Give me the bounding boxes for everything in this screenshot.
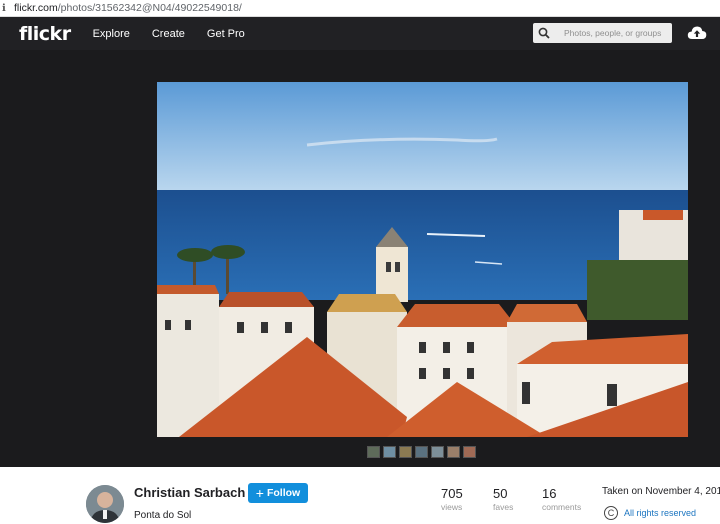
top-navigation: flickr Explore Create Get Pro Photos, pe…	[0, 17, 720, 50]
faves-label: faves	[493, 502, 514, 512]
search-icon[interactable]	[533, 23, 555, 43]
main-photo[interactable]	[157, 82, 688, 437]
filmstrip-thumb[interactable]	[447, 446, 460, 458]
faves-stat: 50 faves	[493, 486, 513, 512]
follow-label: Follow	[266, 487, 301, 499]
flickr-logo[interactable]: flickr	[19, 23, 71, 45]
rights-link[interactable]: All rights reserved	[624, 508, 696, 518]
faves-count: 50	[493, 486, 508, 501]
comments-count: 16	[542, 486, 557, 501]
views-label: views	[441, 502, 463, 512]
follow-button[interactable]: + Follow	[248, 483, 308, 503]
photo-filmstrip	[367, 446, 476, 458]
filmstrip-thumb[interactable]	[383, 446, 396, 458]
site-info-icon[interactable]: ℹ	[2, 3, 8, 14]
search-box[interactable]: Photos, people, or groups	[533, 23, 672, 43]
nav-get-pro[interactable]: Get Pro	[207, 28, 245, 40]
photo-title: Ponta do Sol	[134, 510, 192, 521]
nav-create[interactable]: Create	[152, 28, 185, 40]
filmstrip-thumb[interactable]	[431, 446, 444, 458]
address-url[interactable]: flickr.com/photos/31562342@N04/490225490…	[14, 2, 242, 14]
filmstrip-thumb[interactable]	[415, 446, 428, 458]
browser-address-bar[interactable]: ℹ flickr.com/photos/31562342@N04/4902254…	[0, 0, 720, 17]
filmstrip-thumb[interactable]	[463, 446, 476, 458]
filmstrip-thumb[interactable]	[367, 446, 380, 458]
comments-label: comments	[542, 502, 582, 512]
upload-cloud-icon[interactable]	[687, 25, 707, 41]
nav-explore[interactable]: Explore	[93, 28, 130, 40]
photo-info-bar: Christian Sarbach + Follow Ponta do Sol 7…	[0, 467, 720, 524]
avatar[interactable]	[86, 485, 124, 523]
comments-stat: 16 comments	[542, 486, 581, 512]
license-info[interactable]: C All rights reserved	[604, 506, 696, 520]
filmstrip-thumb[interactable]	[399, 446, 412, 458]
views-count: 705	[441, 486, 463, 501]
plus-icon: +	[255, 485, 264, 501]
taken-date: Taken on November 4, 2019	[602, 486, 720, 497]
copyright-icon: C	[604, 506, 618, 520]
author-name[interactable]: Christian Sarbach	[134, 485, 245, 500]
search-placeholder: Photos, people, or groups	[564, 28, 662, 38]
views-stat: 705 views	[441, 486, 463, 512]
photo-stage	[0, 50, 720, 467]
